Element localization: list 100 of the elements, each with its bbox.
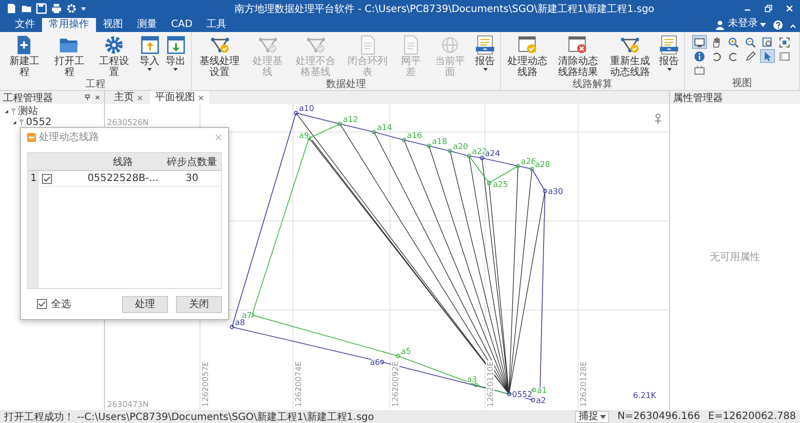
tree-item[interactable]: 测站 (18, 106, 38, 117)
point-label: a8 (235, 318, 245, 327)
ribbon-button[interactable]: 清除动态线路结果 (552, 34, 604, 79)
caret-icon[interactable] (81, 6, 86, 10)
ribbon-button[interactable]: 重新生成动态线路 (604, 34, 656, 79)
point-label: a12 (343, 115, 358, 124)
menu-tab[interactable]: 视图 (96, 18, 130, 32)
tool-button[interactable] (761, 50, 774, 62)
new-document-icon[interactable] (6, 3, 17, 14)
checkbox[interactable] (42, 174, 52, 184)
printer-icon[interactable] (51, 3, 62, 14)
east-coordinate: E=12620062.788 (708, 411, 796, 422)
ribbon-button[interactable]: 导出 (162, 34, 189, 72)
point-label: a1 (537, 386, 547, 395)
tool-button[interactable] (744, 36, 757, 48)
close-icon[interactable] (198, 94, 204, 100)
status-message: 打开工程成功！ --C:\Users\PC8739\Documents\SGO\新建工程1\新建工程1.sgo (4, 410, 374, 423)
tree-item[interactable]: 0552 (26, 117, 52, 128)
info-icon (694, 50, 705, 62)
frame-icon (694, 64, 705, 76)
grid-label: 12620092E (391, 361, 400, 407)
expander-icon[interactable] (12, 120, 17, 125)
app-logo-icon (27, 132, 36, 142)
dialog-button[interactable]: 处理 (122, 296, 168, 312)
caret-icon[interactable] (760, 23, 766, 27)
window-title: 南方地理数据处理平台软件 - C:\Users\PC8739\Documents\SGO\新建工程1\新建工程1.sgo (234, 2, 656, 16)
ribbon-button[interactable]: 打开工程 (46, 34, 92, 79)
collapse-icon[interactable] (789, 22, 797, 30)
menu-tab[interactable]: 常用操作 (42, 18, 96, 32)
point-label: a7 (242, 311, 252, 320)
grid-label: 12620110E (486, 361, 495, 407)
ribbon-group-label: 数据处理 (324, 79, 367, 91)
station-icon (19, 119, 24, 126)
point-label: a26 (521, 157, 536, 166)
ribbon-button[interactable]: 处理动态线路 (503, 34, 552, 79)
ribbon-group-label: 工程 (84, 79, 106, 91)
ribbon-button[interactable]: 工程设置 (92, 34, 137, 79)
tool-button[interactable] (778, 36, 791, 48)
login-menu[interactable]: 未登录 (728, 16, 758, 30)
grid-label: 12620128E (579, 361, 588, 407)
grid-label: 12620057E (201, 361, 210, 407)
triangle-network-icon (620, 35, 640, 55)
triangle-network-icon (258, 35, 278, 55)
tool-button[interactable] (693, 36, 706, 48)
window-check-icon (518, 35, 538, 55)
empty-message: 无可用属性 (710, 250, 760, 264)
column-header: 碎步点数量 (166, 156, 218, 168)
restore-icon[interactable] (764, 4, 773, 13)
document-tab[interactable]: 主页 (109, 91, 148, 104)
tool-button[interactable] (761, 36, 774, 48)
menu-tab[interactable]: CAD (164, 18, 200, 32)
ribbon-button[interactable]: 报告 (656, 34, 682, 72)
point-label: a14 (377, 123, 392, 132)
point-label: 0552 (512, 390, 532, 399)
zoom-window-icon (762, 36, 773, 48)
tool-button[interactable] (693, 64, 706, 76)
tool-button[interactable] (778, 50, 791, 62)
tool-button[interactable] (744, 50, 757, 62)
checkbox[interactable] (37, 299, 47, 309)
monitor-icon (694, 36, 705, 48)
point-label: a16 (407, 131, 422, 140)
menu-tab[interactable]: 测量 (130, 18, 164, 32)
expander-icon[interactable] (4, 109, 9, 114)
close-icon[interactable] (137, 94, 143, 100)
gear-icon[interactable] (66, 3, 77, 14)
user-icon (715, 20, 725, 30)
dialog-button[interactable]: 关闭 (176, 296, 222, 312)
tool-button[interactable] (727, 36, 740, 48)
north-coordinate: N=2630496.166 (617, 411, 700, 422)
menu-tab[interactable]: 工具 (200, 18, 234, 32)
table-cell-text: 30 (184, 173, 200, 184)
ribbon-group-label: 视图 (731, 78, 753, 90)
folder-icon[interactable] (21, 3, 32, 14)
menu-tab[interactable]: 文件 (8, 18, 42, 32)
document-tab[interactable]: 平面视图 (150, 91, 209, 104)
help-icon[interactable] (773, 20, 783, 30)
pin-icon[interactable] (84, 94, 91, 101)
zoom-out-icon (745, 36, 756, 48)
ribbon-button[interactable]: 报告 (472, 34, 498, 72)
window-arrow-up-icon (140, 35, 160, 55)
point-label: a25 (493, 180, 508, 189)
save-icon[interactable] (36, 3, 47, 14)
gear-icon (104, 35, 124, 55)
point-label: a3 (467, 375, 477, 384)
ribbon-button[interactable]: 新建工程 (2, 34, 47, 79)
dialog-title: 处理动态线路 (39, 130, 99, 144)
close-icon[interactable] (94, 94, 101, 101)
zoom-extent-icon (779, 36, 790, 48)
tool-button[interactable] (693, 50, 706, 62)
report-window-icon (475, 35, 496, 55)
snap-dropdown[interactable]: 捕捉 (575, 410, 610, 422)
ribbon-button[interactable]: 导入 (136, 34, 163, 72)
column-header: 线路 (112, 156, 134, 168)
ribbon-button[interactable]: 基线处理设置 (194, 34, 246, 79)
table-cell-text: 05522528B-... (86, 173, 160, 184)
point-label: a6 (370, 358, 380, 367)
triangle-network-icon (306, 35, 326, 55)
ribbon-group-label: 线路解算 (572, 79, 614, 91)
report-window-icon (659, 35, 679, 55)
checkbox-label[interactable]: 全选 (51, 297, 71, 311)
